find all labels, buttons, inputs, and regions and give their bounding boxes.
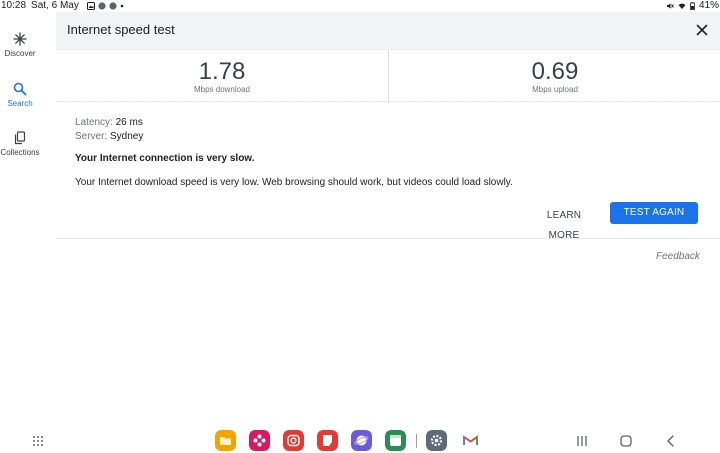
status-time: 10:28: [1, 0, 27, 11]
calendar-app-icon[interactable]: [385, 430, 406, 451]
asterisk-icon: [13, 32, 27, 46]
back-icon[interactable]: [664, 434, 678, 448]
nav-label-collections: Collections: [0, 148, 40, 157]
latency-label: Latency:: [75, 117, 113, 128]
speed-results: 1.78 Mbps download 0.69 Mbps upload: [56, 49, 720, 103]
download-speed-value: 1.78: [198, 58, 246, 85]
card-header: Internet speed test: [56, 12, 720, 49]
gallery-notification-icon: [86, 1, 95, 10]
settings-app-icon[interactable]: [426, 430, 447, 451]
more-notifications-dot-icon: [120, 4, 124, 7]
battery-icon: [690, 1, 695, 10]
test-again-button[interactable]: TEST AGAIN: [610, 202, 698, 224]
status-bar: 10:28 Sat, 6 May 41%: [0, 0, 720, 11]
nav-label-discover: Discover: [4, 49, 36, 58]
feedback-link[interactable]: Feedback: [656, 251, 700, 262]
server-value: Sydney: [110, 131, 144, 142]
recent-apps-icon[interactable]: [575, 434, 589, 448]
camera-app-icon[interactable]: [283, 430, 304, 451]
gmail-app-icon[interactable]: [460, 430, 481, 451]
app-notification-icon: [98, 1, 106, 10]
server-label: Server:: [75, 131, 108, 142]
wifi-icon: [678, 3, 686, 9]
status-right: 41%: [666, 0, 719, 11]
result-detail: Your Internet download speed is very low…: [75, 177, 513, 188]
taskbar-separator: [416, 434, 417, 448]
download-speed-unit: Mbps download: [193, 85, 251, 94]
nav-label-search: Search: [7, 99, 33, 108]
internet-browser-icon[interactable]: [351, 430, 372, 451]
status-left: 10:28 Sat, 6 May: [1, 0, 124, 11]
speed-test-card: Internet speed test 1.78 Mbps download 0…: [56, 12, 720, 241]
nav-item-discover[interactable]: Discover: [0, 32, 40, 58]
notes-app-icon[interactable]: [317, 430, 338, 451]
home-icon[interactable]: [619, 434, 633, 448]
latency-value: 26 ms: [115, 117, 143, 128]
upload-speed-unit: Mbps upload: [532, 85, 578, 94]
download-result: 1.78 Mbps download: [56, 50, 388, 103]
battery-percent: 41%: [698, 0, 719, 11]
card-title: Internet speed test: [67, 22, 175, 37]
nav-item-collections[interactable]: Collections: [0, 131, 40, 157]
blossom-app-icon[interactable]: [249, 430, 270, 451]
server-row: Server: Sydney: [75, 130, 143, 144]
collections-icon: [14, 131, 26, 145]
card-divider: [56, 238, 720, 239]
search-icon: [13, 82, 27, 96]
taskbar: [0, 425, 720, 453]
app-drawer-icon[interactable]: [32, 435, 44, 447]
status-notification-icons: [86, 1, 124, 10]
upload-speed-value: 0.69: [531, 58, 579, 85]
result-headline: Your Internet connection is very slow.: [75, 153, 255, 164]
connection-info: Latency: 26 ms Server: Sydney: [75, 116, 143, 144]
app-notification-icon-2: [109, 1, 117, 10]
status-date: Sat, 6 May: [31, 0, 79, 11]
nav-item-search[interactable]: Search: [0, 82, 40, 108]
learn-more-button[interactable]: LEARN MORE: [532, 206, 596, 241]
latency-row: Latency: 26 ms: [75, 116, 143, 130]
close-icon[interactable]: [695, 23, 709, 37]
mute-icon: [666, 2, 674, 9]
upload-result: 0.69 Mbps upload: [389, 50, 720, 103]
my-files-icon[interactable]: [215, 430, 236, 451]
